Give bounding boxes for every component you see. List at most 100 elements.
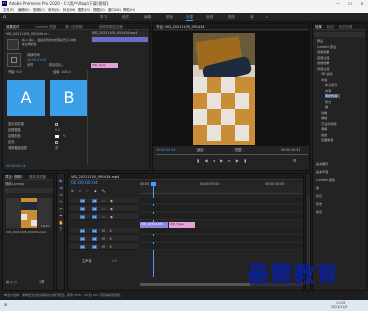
track-name-label[interactable]: A3 [92, 245, 97, 249]
home-icon[interactable]: ⌂ [3, 15, 8, 20]
effect-controls-timecode[interactable]: 00:00:00:14 [6, 164, 25, 168]
show-actual-sources-checkbox[interactable] [55, 123, 58, 126]
track-toggle-icons[interactable]: ▭ ◉ [102, 207, 115, 211]
transition-badge[interactable]: VID_Type [91, 63, 118, 68]
track-lane[interactable] [140, 198, 303, 204]
track-target-button[interactable]: V1 [80, 215, 85, 219]
effects-tree-item[interactable]: 预设 [317, 39, 323, 43]
workspace-audio[interactable]: 音频 [206, 15, 213, 20]
effects-section-header[interactable]: 标记 [316, 194, 322, 198]
workspace-editing[interactable]: 编辑 [144, 15, 151, 20]
start-icon[interactable]: ⊞ [4, 303, 7, 307]
duration-value[interactable]: 00:00:01:00 [27, 58, 46, 62]
effects-tree-item[interactable]: 推 [325, 105, 328, 109]
eyedropper-icon[interactable]: ✎ [63, 134, 66, 138]
slip-tool-icon[interactable]: ↔ [58, 206, 64, 211]
border-width-value[interactable]: 0.0 [55, 128, 60, 132]
menu-file[interactable]: 文件(F) [3, 8, 14, 12]
menu-sequence[interactable]: 序列(S) [48, 8, 60, 12]
effects-tree-item[interactable]: 音频过渡 [317, 56, 329, 60]
track-toggle-icons[interactable]: ▭ ◉ [102, 215, 115, 219]
master-track-value[interactable]: 0.0 [112, 259, 117, 263]
track-mute-solo-icons[interactable]: M S [102, 237, 114, 241]
menu-window[interactable]: 窗口(W) [108, 8, 121, 12]
effects-section-header[interactable]: 基本声音 [316, 170, 328, 174]
effects-section-header[interactable]: 库 [316, 186, 319, 190]
effects-tree-item[interactable]: 内滑 [321, 78, 327, 82]
effects-tree-item[interactable]: 视频过渡 [317, 67, 329, 71]
tab-audio-clip-mixer[interactable]: 音频剪辑混合器 [99, 25, 123, 29]
close-button[interactable]: ✕ [356, 0, 368, 7]
type-tool-icon[interactable]: T [58, 227, 64, 232]
hand-tool-icon[interactable]: ✋ [58, 220, 64, 225]
reverse-checkbox[interactable] [55, 141, 58, 144]
track-lane[interactable] [140, 214, 303, 220]
timeline-video-clip[interactable]: VID_20211105 [140, 222, 168, 228]
effects-tree-item[interactable]: 划像 [321, 111, 327, 115]
anti-aliasing-select[interactable]: 中 [55, 146, 58, 150]
playhead-handle[interactable] [151, 182, 156, 186]
tab-project[interactable]: 项目: 视频1 [5, 175, 23, 179]
effects-tree-item[interactable]: 沉浸式视频 [321, 122, 336, 126]
workspace-libraries[interactable]: 库 [250, 15, 254, 20]
effects-section-header[interactable]: Lumetri 颜色 [316, 178, 335, 182]
ripple-edit-tool-icon[interactable]: ⇔ [58, 192, 64, 197]
effects-tree-item[interactable]: 擦除 [321, 116, 327, 120]
tab-effects[interactable]: 效果 [315, 25, 322, 29]
effects-tree-item[interactable]: 音频效果 [317, 50, 329, 54]
effects-tree-item[interactable]: 视频效果 [317, 61, 329, 65]
menu-view[interactable]: 视图(V) [93, 8, 105, 12]
project-search-input[interactable]: ⌕ [5, 188, 53, 193]
workspace-effects[interactable]: 效果 [186, 15, 194, 21]
tab-history[interactable]: 历史记录 [339, 25, 353, 29]
effects-tree-item[interactable]: 页面剥落 [321, 138, 333, 142]
tab-program[interactable]: 节目: VID_20211105_091434 [156, 25, 205, 29]
pen-tool-icon[interactable]: ✒ [58, 213, 64, 218]
track-name-label[interactable]: A1 [92, 229, 97, 233]
effects-search-input[interactable]: ⌕ [315, 32, 365, 37]
playback-controls[interactable]: ▮ ◀ ◂ ▶ ▸ ▶ ▮ [197, 159, 248, 163]
program-scrub-bar[interactable] [156, 154, 308, 155]
track-lane[interactable] [140, 244, 303, 250]
border-color-swatch[interactable] [55, 135, 59, 138]
effects-tree-item[interactable]: 缩放 [321, 133, 327, 137]
tab-lumetri-scopes[interactable]: Lumetri 范围 [35, 25, 56, 29]
workspace-color[interactable]: 颜色 [166, 15, 173, 20]
selection-tool-icon[interactable]: ▶ [58, 178, 64, 183]
tab-sequence[interactable]: VID_20211105_091434.mp4 [71, 175, 119, 179]
effects-section-header[interactable]: 历史 [316, 202, 322, 206]
track-target-button[interactable]: A3 [80, 245, 85, 249]
minimize-button[interactable]: — [332, 0, 344, 7]
maximize-button[interactable]: ☐ [344, 0, 356, 7]
tab-media-browser[interactable]: 媒体浏览器 [29, 175, 46, 179]
menu-edit[interactable]: 编辑(E) [18, 8, 30, 12]
workspace-graphics[interactable]: 图形 [228, 15, 235, 20]
workspace-more-icon[interactable]: » [266, 15, 268, 20]
settings-icon[interactable]: ⚙ [293, 159, 297, 163]
track-select-tool-icon[interactable]: ⇉ [58, 185, 64, 190]
project-bottom-icons[interactable]: ▤ ◫ ○ [6, 280, 17, 284]
effects-tree-item[interactable]: 带状内滑 [325, 94, 341, 98]
track-name-label[interactable]: V1 [92, 215, 97, 219]
tab-source[interactable]: 源: (无剪辑) [65, 25, 83, 29]
track-name-label[interactable]: V2 [92, 207, 97, 211]
menu-marker[interactable]: 标记(M) [63, 8, 75, 12]
track-target-button[interactable]: A2 [80, 237, 85, 241]
effects-tree-item[interactable]: 中心拆分 [325, 83, 337, 87]
track-lane[interactable] [140, 236, 303, 242]
track-target-button[interactable]: V3 [80, 199, 85, 203]
alignment-select[interactable]: 中心切入 [47, 63, 64, 67]
program-viewer[interactable] [153, 31, 309, 146]
effects-section-header[interactable]: 基本图形 [316, 162, 328, 166]
resolution-select[interactable]: 完整 [233, 148, 244, 152]
timeline-tool-icons[interactable]: ⊕ ⊂ ⊢ ◆ 🔧 [71, 189, 108, 193]
track-target-button[interactable]: V2 [80, 207, 85, 211]
razor-tool-icon[interactable]: ✂ [58, 199, 64, 204]
track-name-label[interactable]: V3 [92, 199, 97, 203]
track-lane[interactable] [140, 228, 303, 234]
mini-timeline-clip[interactable] [92, 37, 148, 42]
effects-tree-item[interactable]: Lumetri 预设 [317, 45, 336, 49]
effects-tree-item[interactable]: 3D 运动 [321, 72, 333, 76]
track-mute-solo-icons[interactable]: M S [102, 245, 114, 249]
menu-clip[interactable]: 剪辑(C) [33, 8, 45, 12]
